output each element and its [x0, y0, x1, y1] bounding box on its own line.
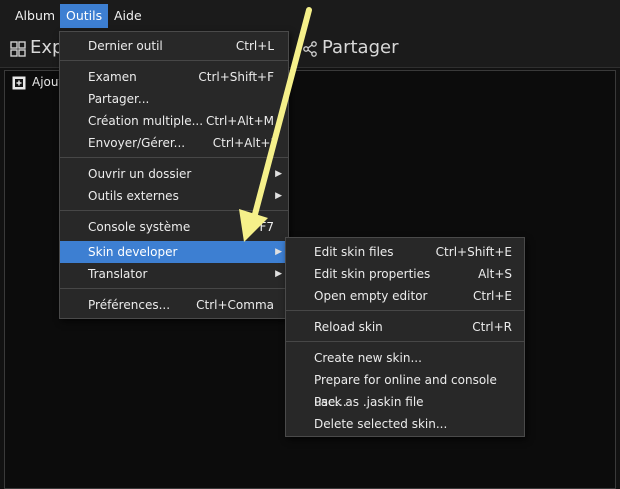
menu-item-translator[interactable]: Translator ▶: [60, 263, 288, 285]
menu-item-outils-externes[interactable]: Outils externes ▶: [60, 185, 288, 207]
menu-outils[interactable]: Outils: [60, 4, 109, 28]
menu-separator: [60, 288, 288, 289]
menu-separator: [286, 341, 524, 342]
menu-item-pack-jaskin[interactable]: Pack as .jaskin file: [286, 391, 524, 413]
menu-separator: [286, 310, 524, 311]
share-icon: [303, 41, 317, 57]
submenu-arrow-icon: ▶: [275, 269, 282, 279]
grid-icon: [10, 41, 26, 57]
menu-item-console-systeme[interactable]: Console système F7: [60, 216, 288, 238]
menu-separator: [60, 210, 288, 211]
menu-item-preferences[interactable]: Préférences... Ctrl+Comma: [60, 294, 288, 316]
menu-aide[interactable]: Aide: [108, 4, 148, 28]
menu-item-creation-multiple[interactable]: Création multiple... Ctrl+Alt+M: [60, 110, 288, 132]
outils-menu: Dernier outil Ctrl+L Examen Ctrl+Shift+F…: [59, 31, 289, 319]
menu-item-delete-skin[interactable]: Delete selected skin...: [286, 413, 524, 435]
menu-item-prepare-online[interactable]: Prepare for online and console use...: [286, 369, 524, 409]
menu-item-open-empty-editor[interactable]: Open empty editor Ctrl+E: [286, 285, 524, 307]
menu-separator: [60, 60, 288, 61]
menu-item-examen[interactable]: Examen Ctrl+Shift+F: [60, 66, 288, 88]
menu-item-dernier-outil[interactable]: Dernier outil Ctrl+L: [60, 35, 288, 57]
menu-item-skin-developer[interactable]: Skin developer ▶: [60, 241, 288, 263]
submenu-arrow-icon: ▶: [275, 247, 282, 257]
share-tab[interactable]: Partager: [322, 37, 398, 58]
menu-item-envoyer-gerer[interactable]: Envoyer/Gérer... Ctrl+Alt+I: [60, 132, 288, 154]
submenu-arrow-icon: ▶: [275, 191, 282, 201]
menu-bar: Album Outils Aide: [0, 0, 620, 31]
menu-item-edit-skin-files[interactable]: Edit skin files Ctrl+Shift+E: [286, 241, 524, 263]
menu-item-partager[interactable]: Partager...: [60, 88, 288, 110]
skin-developer-submenu: Edit skin files Ctrl+Shift+E Edit skin p…: [285, 237, 525, 437]
menu-item-create-new-skin[interactable]: Create new skin...: [286, 347, 524, 369]
menu-separator: [60, 157, 288, 158]
menu-item-ouvrir-dossier[interactable]: Ouvrir un dossier ▶: [60, 163, 288, 185]
menu-album[interactable]: Album: [9, 4, 61, 28]
submenu-arrow-icon: ▶: [275, 169, 282, 179]
menu-item-reload-skin[interactable]: Reload skin Ctrl+R: [286, 316, 524, 338]
add-icon: [12, 76, 26, 90]
menu-item-edit-skin-properties[interactable]: Edit skin properties Alt+S: [286, 263, 524, 285]
